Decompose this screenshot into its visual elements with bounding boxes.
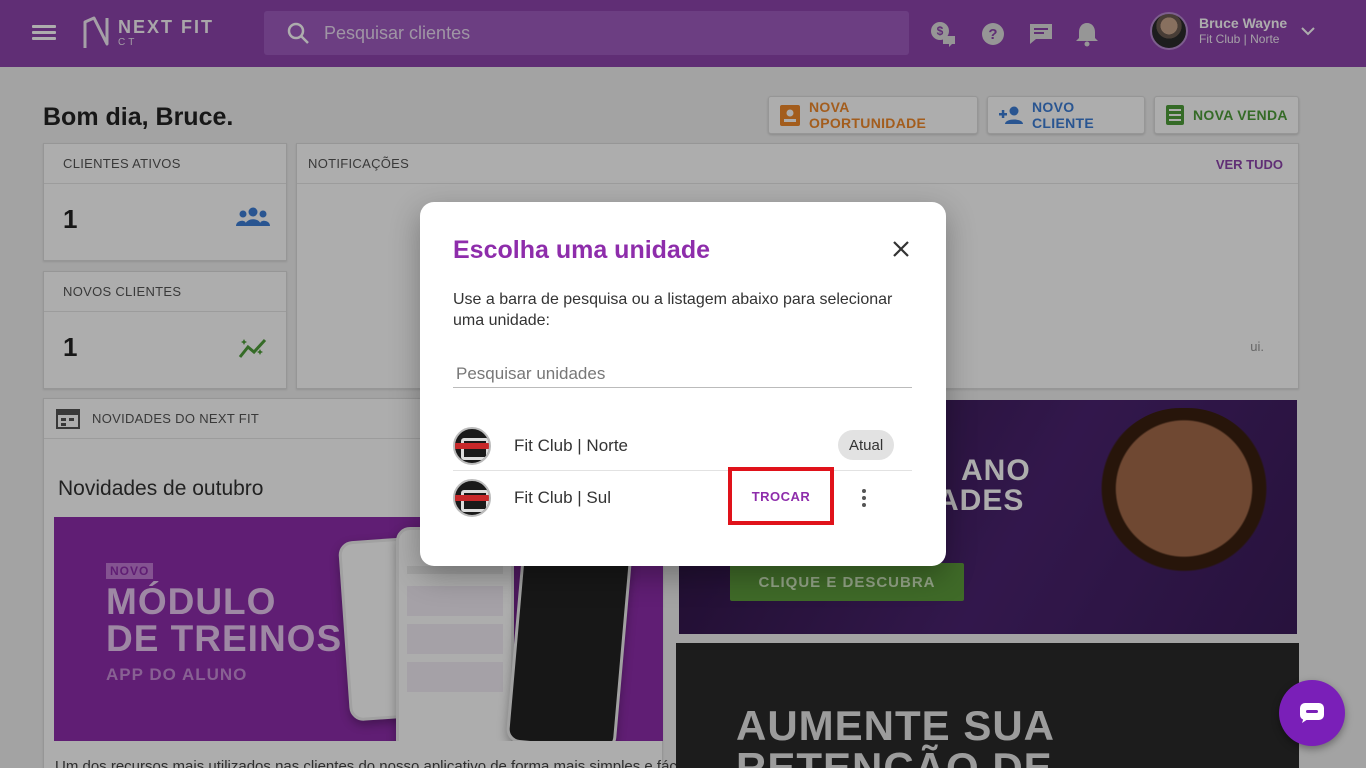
switch-unit-button[interactable]: TROCAR <box>728 467 834 525</box>
more-options-icon[interactable] <box>858 485 870 511</box>
chat-icon <box>1300 703 1324 723</box>
fit-club-logo-icon <box>453 426 491 465</box>
unit-row-norte: Fit Club | Norte Atual <box>453 421 912 471</box>
unit-name: Fit Club | Sul <box>514 488 612 507</box>
unit-row-sul: Fit Club | Sul TROCAR <box>453 467 912 525</box>
dialog-title: Escolha uma unidade <box>453 236 711 264</box>
unit-search-input[interactable] <box>453 360 912 388</box>
unit-name: Fit Club | Norte <box>514 435 629 455</box>
current-unit-badge: Atual <box>838 430 895 460</box>
fit-club-logo-icon <box>453 479 491 517</box>
chat-widget-button[interactable] <box>1279 680 1345 746</box>
close-icon[interactable] <box>890 238 912 260</box>
unit-selection-dialog: Escolha uma unidade Use a barra de pesqu… <box>420 202 946 566</box>
dialog-description: Use a barra de pesquisa ou a listagem ab… <box>453 291 893 329</box>
